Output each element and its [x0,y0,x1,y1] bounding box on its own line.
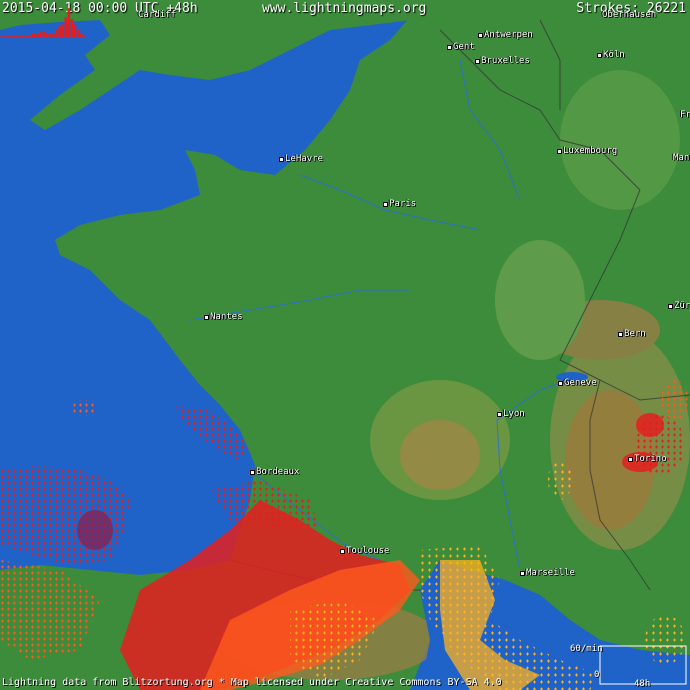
city-label: Marseille [526,568,575,578]
city-label: Antwerpen [484,30,533,40]
histogram-bar [52,33,55,37]
city-label: Geneve [564,378,597,388]
histogram-bar [33,33,37,37]
city-marker [250,470,255,475]
histogram-bar [70,19,74,37]
histogram-bar [12,35,15,37]
histogram-bar [46,33,49,37]
histogram-bar [18,35,21,37]
city-label: Torino [634,454,667,464]
histogram-bar [21,35,25,37]
city-label: Cardiff [138,10,176,20]
site-link[interactable]: www.lightningmaps.org [262,0,426,17]
city-marker [597,53,602,58]
city-marker [628,457,633,462]
city-marker [497,412,502,417]
histogram-bar [9,35,12,37]
city-marker [618,332,623,337]
histogram-bar [15,35,18,37]
histogram-bar [76,29,80,37]
city-label: Luxembourg [563,146,618,156]
city-marker [447,45,452,50]
city-marker [520,571,525,576]
histogram-bar [64,17,68,37]
histogram-bar [24,35,28,37]
city-marker [383,202,388,207]
histogram-bar [39,31,43,37]
histogram-bar [27,35,31,37]
city-marker [558,381,563,386]
histogram-bar [43,31,46,37]
city-label: Nantes [210,312,243,322]
histogram-bar [67,8,71,37]
city-label: Köln [603,50,625,60]
city-marker [204,315,209,320]
map-canvas [0,0,690,690]
histogram-rate-label: 60/min [570,644,603,654]
city-marker [557,149,562,154]
city-label: Zür [674,301,690,311]
histogram-bar [36,33,40,37]
city-marker [478,33,483,38]
histogram-bar [6,35,9,37]
histogram-bar [3,36,6,37]
city-label: Oberhausen [602,10,657,20]
histogram-bar [0,36,3,37]
city-label: Bern [624,329,646,339]
city-label: Lyon [503,409,525,419]
lightning-map[interactable]: 2015-04-18 00:00 UTC +48h www.lightningm… [0,0,690,690]
city-marker [340,549,345,554]
histogram-bar [30,33,34,37]
city-label: Toulouse [346,546,390,556]
city-label: Paris [389,199,417,209]
footer-credits: Lightning data from Blitzortung.org * Ma… [2,677,502,688]
histogram-bar [82,35,86,37]
city-label: LeHavre [285,154,323,164]
city-marker [279,157,284,162]
city-marker [668,304,673,309]
histogram-window-label: 48h [634,679,651,689]
histogram-bar [49,33,52,37]
city-label: Bordeaux [256,467,300,477]
city-label: Fr [680,110,690,120]
histogram-bar [73,24,77,37]
city-label: Mann [673,153,690,163]
histogram-zero-label: 0 [594,670,600,680]
city-label: Gent [453,42,475,52]
city-label: Bruxelles [481,56,530,66]
histogram-bar [61,24,64,37]
strike-histogram [0,8,86,37]
histogram-bar [79,33,83,37]
histogram-bar [55,29,58,37]
histogram-bar [58,26,61,37]
city-marker [475,59,480,64]
